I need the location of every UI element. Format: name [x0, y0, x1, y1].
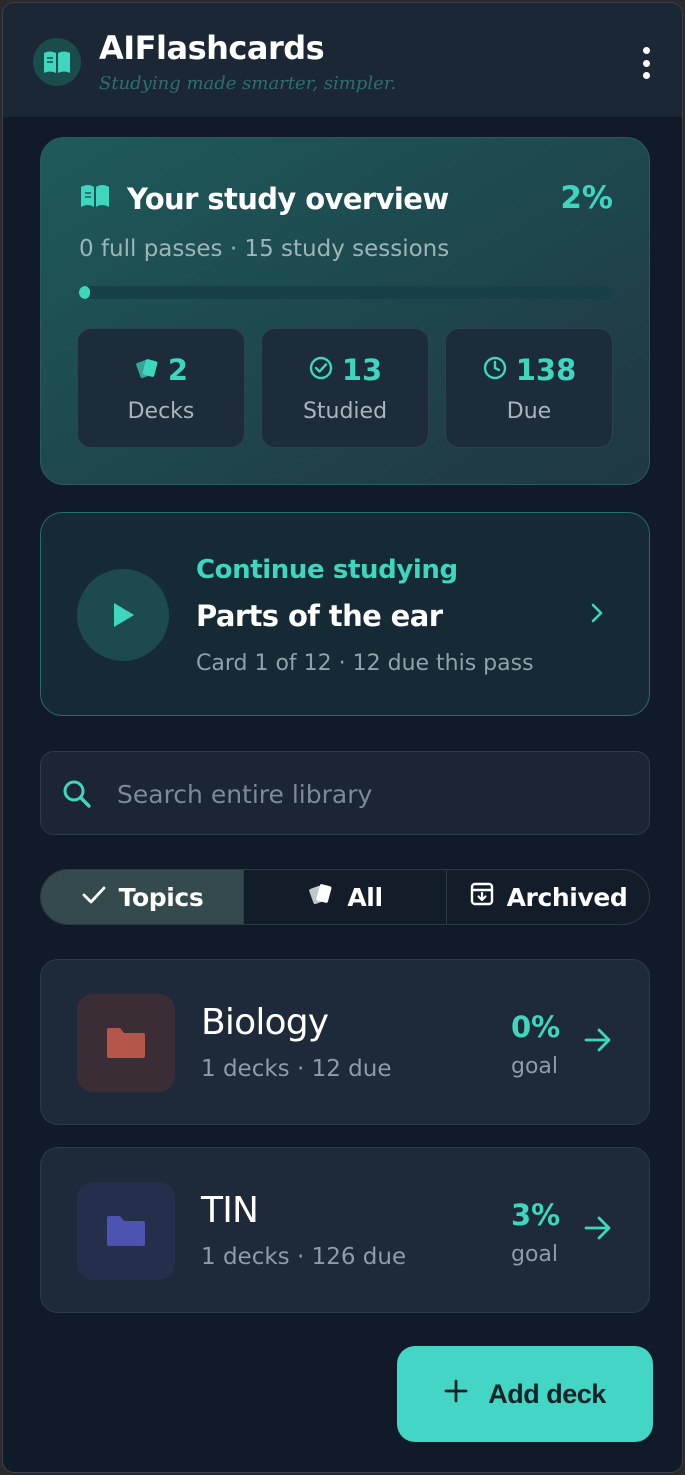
cards-icon: [307, 881, 335, 913]
search-bar[interactable]: [40, 751, 650, 835]
stat-value: 13: [341, 352, 383, 387]
cards-icon: [134, 356, 160, 384]
stat-label: Due: [506, 398, 552, 424]
add-deck-label: Add deck: [488, 1378, 606, 1409]
progress-fill: [79, 286, 90, 299]
clock-icon: [482, 355, 508, 385]
tab-label: Archived: [506, 882, 628, 912]
continue-kicker: Continue studying: [196, 555, 458, 585]
add-deck-button[interactable]: Add deck: [397, 1346, 653, 1442]
plus-icon: [444, 1379, 468, 1410]
folder-icon: [77, 1182, 175, 1280]
topic-goal-percent: 0%: [511, 1010, 561, 1044]
chevron-right-icon: [589, 601, 605, 629]
study-overview-card: Your study overview 2% 0 full passes · 1…: [40, 137, 650, 485]
continue-studying-card[interactable]: Continue studying Parts of the ear Card …: [40, 512, 650, 716]
app-title: AIFlashcards: [99, 29, 325, 67]
book-open-icon: [79, 182, 111, 214]
tab-label: All: [347, 882, 383, 912]
search-input[interactable]: [117, 770, 617, 818]
check-circle-icon: [308, 355, 334, 385]
stat-label: Studied: [302, 398, 388, 424]
archive-icon: [469, 881, 495, 913]
stat-decks: 2 Decks: [77, 328, 245, 448]
book-logo-icon: [33, 38, 81, 86]
topic-name: Biology: [201, 1002, 329, 1043]
topic-card-tin[interactable]: TIN 1 decks · 126 due 3% goal: [40, 1147, 650, 1313]
app-header: AIFlashcards Studying made smarter, simp…: [3, 3, 682, 117]
stat-value: 138: [515, 352, 577, 387]
stat-due: 138 Due: [445, 328, 613, 448]
continue-progress-text: Card 1 of 12 · 12 due this pass: [196, 651, 534, 676]
more-menu-icon[interactable]: [638, 47, 654, 79]
topic-meta: 1 decks · 126 due: [201, 1244, 407, 1270]
overview-percent: 2%: [560, 180, 613, 216]
tab-all[interactable]: All: [244, 870, 447, 924]
stats-row: 2 Decks 13 Studied 138 Due: [77, 328, 613, 448]
tab-topics[interactable]: Topics: [41, 870, 244, 924]
tab-label: Topics: [118, 882, 204, 912]
continue-deck-title: Parts of the ear: [196, 599, 443, 633]
app-window: AIFlashcards Studying made smarter, simp…: [2, 2, 683, 1473]
stat-label: Decks: [127, 398, 195, 424]
arrow-right-icon: [583, 1026, 613, 1058]
topic-goal-label: goal: [511, 1054, 559, 1079]
topic-card-biology[interactable]: Biology 1 decks · 12 due 0% goal: [40, 959, 650, 1125]
play-icon[interactable]: [77, 569, 169, 661]
topic-goal-percent: 3%: [511, 1198, 561, 1232]
folder-icon: [77, 994, 175, 1092]
overview-summary: 0 full passes · 15 study sessions: [79, 236, 450, 262]
search-icon: [61, 778, 93, 814]
stat-studied: 13 Studied: [261, 328, 429, 448]
stat-value: 2: [167, 352, 189, 387]
app-tagline: Studying made smarter, simpler.: [99, 73, 397, 94]
topic-meta: 1 decks · 12 due: [201, 1056, 392, 1082]
overview-progress-bar: [79, 286, 613, 299]
arrow-right-icon: [583, 1214, 613, 1246]
topic-goal-label: goal: [511, 1242, 559, 1267]
check-icon: [81, 883, 107, 912]
overview-title: Your study overview: [127, 182, 449, 216]
topic-name: TIN: [201, 1190, 259, 1231]
tab-archived[interactable]: Archived: [447, 870, 649, 924]
view-tabs: Topics All Archived: [40, 869, 650, 925]
